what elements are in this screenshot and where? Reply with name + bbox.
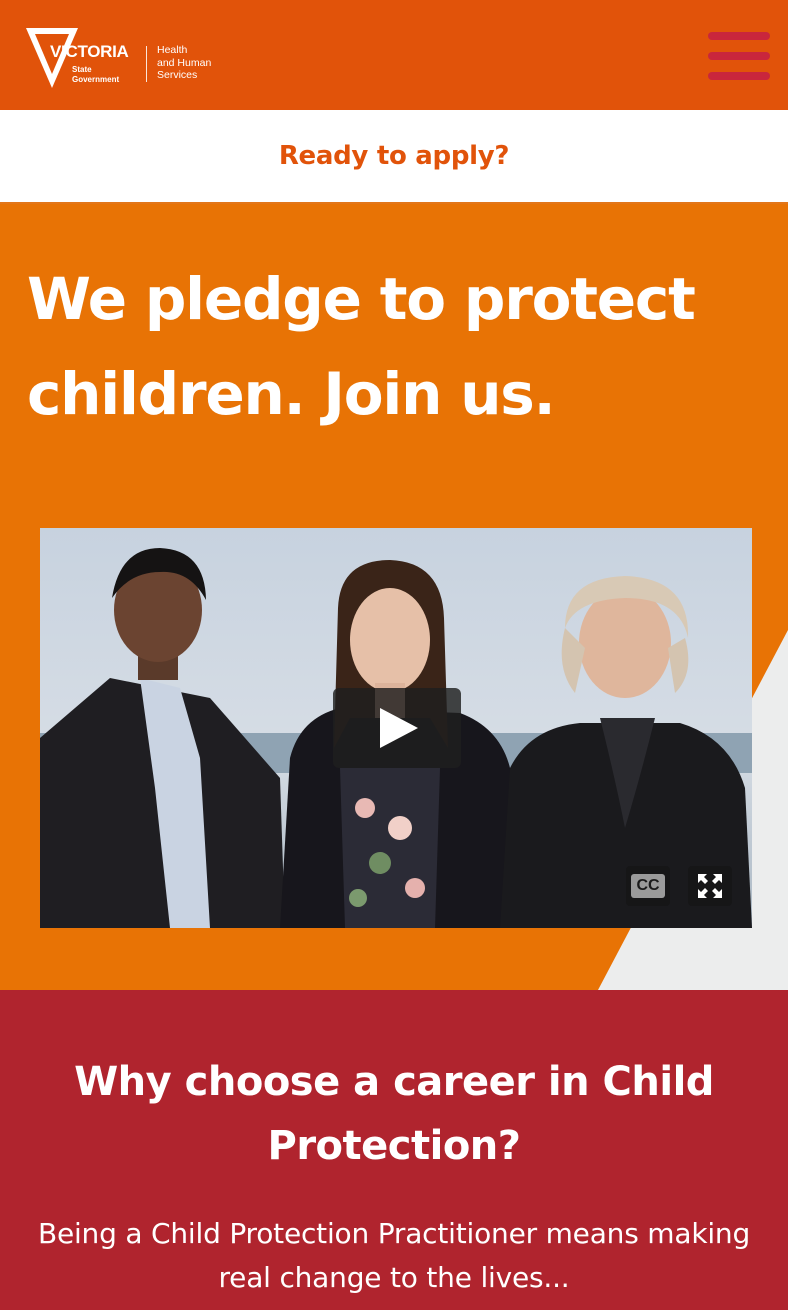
play-icon <box>380 708 418 748</box>
logo-divider <box>146 46 147 82</box>
logo-sub-line1: State <box>72 65 92 74</box>
dept-line3: Services <box>157 69 198 81</box>
video-player[interactable]: CC <box>40 528 752 928</box>
why-title: Why choose a career in Child Protection? <box>74 1059 714 1169</box>
closed-captions-button[interactable]: CC <box>626 866 670 906</box>
fullscreen-icon <box>698 874 722 898</box>
why-body: Being a Child Protection Practitioner me… <box>37 1217 751 1294</box>
apply-bar: Ready to apply? <box>0 110 788 204</box>
department-name: Health and Human Services <box>157 44 211 82</box>
dept-line1: Health <box>157 44 188 56</box>
why-section: Why choose a career in Child Protection?… <box>0 990 788 1310</box>
logo-wordmark: VICTORIA <box>50 42 129 61</box>
hamburger-menu-icon[interactable] <box>708 30 770 82</box>
ready-to-apply-link[interactable]: Ready to apply? <box>279 141 510 171</box>
logo-sub-line2: Government <box>72 75 120 84</box>
victoria-government-logo[interactable]: VICTORIA State Government Health and Hum… <box>26 28 236 90</box>
site-header: VICTORIA State Government Health and Hum… <box>0 0 788 110</box>
hamburger-bar-1 <box>708 32 770 40</box>
hamburger-bar-2 <box>708 52 770 60</box>
hero-section: We pledge to protect children. Join us. <box>0 204 788 990</box>
logo-subtitle: State Government <box>72 65 119 85</box>
hamburger-bar-3 <box>708 72 770 80</box>
hero-title: We pledge to protect children. Join us. <box>27 265 696 428</box>
fullscreen-button[interactable] <box>688 866 732 906</box>
dept-line2: and Human <box>157 56 212 69</box>
play-button[interactable] <box>333 688 461 768</box>
cc-label: CC <box>631 874 665 898</box>
